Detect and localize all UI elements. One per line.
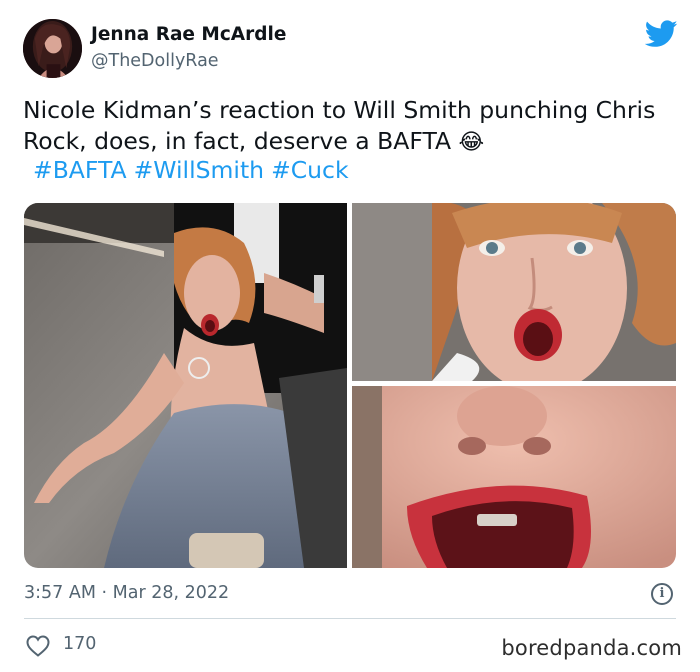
tweet-card: Jenna Rae McArdle @TheDollyRae Nicole Ki… (0, 0, 700, 672)
laughing-emoji: 😂 (458, 130, 485, 155)
avatar[interactable] (23, 19, 82, 78)
hashtag-link[interactable]: #Cuck (271, 156, 349, 184)
photo-closeup (352, 386, 676, 568)
twitter-bird-icon[interactable] (645, 20, 678, 48)
hashtag-link[interactable]: #BAFTA (33, 156, 127, 184)
tweet-text: Nicole Kidman’s reaction to Will Smith p… (23, 95, 673, 158)
tweet-timestamp[interactable]: 3:57 AM · Mar 28, 2022 (24, 583, 229, 603)
watermark-text: boredpanda.com (501, 636, 682, 660)
media-grid (24, 203, 676, 568)
hashtag-list: #BAFTA #WillSmith #Cuck (33, 155, 356, 186)
divider (24, 618, 676, 619)
photo-main (24, 203, 347, 568)
author-display-name[interactable]: Jenna Rae McArdle (91, 24, 286, 45)
heart-icon[interactable] (26, 635, 50, 657)
avatar-image (23, 19, 82, 78)
like-count: 170 (63, 634, 97, 654)
info-icon[interactable]: i (651, 583, 673, 605)
photo-zoom (352, 203, 676, 381)
media-photo-zoom[interactable] (352, 203, 676, 381)
tweet-body: Nicole Kidman’s reaction to Will Smith p… (23, 96, 656, 155)
hashtag-link[interactable]: #WillSmith (134, 156, 264, 184)
author-handle[interactable]: @TheDollyRae (91, 51, 219, 71)
media-photo-closeup[interactable] (352, 386, 676, 568)
media-photo-main[interactable] (24, 203, 347, 568)
